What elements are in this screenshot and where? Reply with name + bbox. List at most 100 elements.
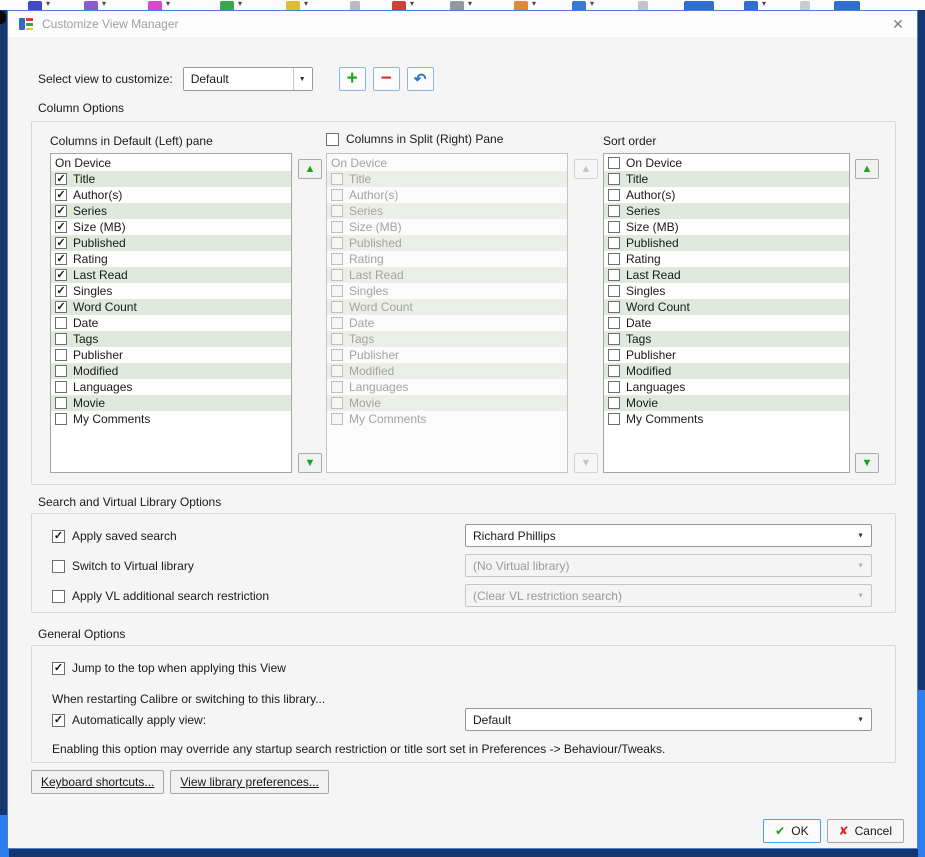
undo-button[interactable]: ↶ [406,67,434,91]
list-item[interactable]: ✓ Last Read [51,267,291,283]
item-checkbox[interactable] [608,205,620,217]
list-item: Date [327,315,567,331]
item-checkbox[interactable] [55,413,67,425]
option-checkbox[interactable] [52,559,65,573]
item-checkbox[interactable] [608,173,620,185]
item-checkbox[interactable]: ✓ [55,253,67,265]
sort-down-button[interactable]: ▼ [855,453,879,473]
list-item[interactable]: Publisher [604,347,849,363]
item-checkbox[interactable] [608,269,620,281]
list-item[interactable]: On Device [51,155,291,171]
item-checkbox[interactable]: ✓ [55,269,67,281]
list-item[interactable]: ✓ Size (MB) [51,219,291,235]
item-checkbox[interactable] [55,317,67,329]
list-item[interactable]: On Device [604,155,849,171]
item-checkbox[interactable]: ✓ [55,285,67,297]
option-checkbox[interactable]: ✓ [52,529,65,543]
list-item[interactable]: ✓ Word Count [51,299,291,315]
item-checkbox[interactable] [608,397,620,409]
list-item-label: Published [626,236,679,250]
list-item[interactable]: Published [604,235,849,251]
item-checkbox[interactable] [608,221,620,233]
option-checkbox[interactable] [52,589,65,603]
auto-apply-view-dropdown[interactable]: Default ▼ [465,708,872,731]
list-item[interactable]: Last Read [604,267,849,283]
close-icon[interactable]: ✕ [889,15,907,33]
item-checkbox[interactable] [608,333,620,345]
list-item[interactable]: Rating [604,251,849,267]
list-item[interactable]: Singles [604,283,849,299]
list-item[interactable]: Languages [51,379,291,395]
view-library-preferences-button[interactable]: View library preferences... [170,770,329,794]
list-item[interactable]: My Comments [604,411,849,427]
list-item[interactable]: Tags [604,331,849,347]
add-view-button[interactable]: + [338,67,366,91]
item-checkbox[interactable] [608,413,620,425]
move-down-button[interactable]: ▼ [298,453,322,473]
list-item-label: Rating [626,252,661,266]
item-checkbox[interactable] [608,381,620,393]
list-item[interactable]: Word Count [604,299,849,315]
toolbar-icon [834,1,860,10]
item-checkbox[interactable] [608,349,620,361]
customize-view-manager-dialog: Customize View Manager ✕ Select view to … [7,10,918,849]
item-checkbox[interactable]: ✓ [55,173,67,185]
list-item[interactable]: Modified [604,363,849,379]
list-item[interactable]: ✓ Rating [51,251,291,267]
list-item[interactable]: Size (MB) [604,219,849,235]
ok-button[interactable]: ✔ OK [763,819,821,843]
list-item[interactable]: Title [604,171,849,187]
list-item[interactable]: ✓ Series [51,203,291,219]
chevron-down-icon: ▼ [857,592,864,599]
split-pane-checkbox[interactable] [326,132,339,146]
remove-view-button[interactable]: − [372,67,400,91]
list-item[interactable]: My Comments [51,411,291,427]
list-item[interactable]: ✓ Author(s) [51,187,291,203]
list-item[interactable]: Publisher [51,347,291,363]
chevron-down-icon: ▼ [857,532,864,539]
list-item[interactable]: Date [51,315,291,331]
item-checkbox[interactable]: ✓ [55,205,67,217]
item-checkbox[interactable] [608,253,620,265]
list-item-label: Modified [73,364,119,378]
auto-apply-checkbox[interactable]: ✓ [52,713,65,727]
item-checkbox[interactable] [608,285,620,297]
item-checkbox[interactable] [608,157,620,169]
list-item[interactable]: Modified [51,363,291,379]
list-item[interactable]: Series [604,203,849,219]
item-checkbox[interactable] [55,333,67,345]
keyboard-shortcuts-button[interactable]: Keyboard shortcuts... [31,770,165,794]
jump-top-checkbox[interactable]: ✓ [52,661,65,675]
list-item[interactable]: Date [604,315,849,331]
item-checkbox[interactable] [608,189,620,201]
item-checkbox[interactable] [55,349,67,361]
option-dropdown[interactable]: Richard Phillips ▼ [465,524,872,547]
item-checkbox[interactable] [55,365,67,377]
sort-up-button[interactable]: ▲ [855,159,879,179]
item-checkbox[interactable] [55,397,67,409]
list-item[interactable]: ✓ Title [51,171,291,187]
list-item[interactable]: Author(s) [604,187,849,203]
sort-order-list[interactable]: On Device Title Author(s) Series Size (MB) Pu… [603,153,850,473]
item-checkbox[interactable]: ✓ [55,237,67,249]
item-checkbox[interactable] [608,237,620,249]
item-checkbox[interactable]: ✓ [55,189,67,201]
view-selector-dropdown[interactable]: Default ▼ [182,67,313,91]
item-checkbox[interactable] [608,301,620,313]
item-checkbox [331,221,343,233]
move-up-button[interactable]: ▲ [298,159,322,179]
item-checkbox[interactable] [608,365,620,377]
item-checkbox[interactable]: ✓ [55,301,67,313]
list-item[interactable]: ✓ Published [51,235,291,251]
columns-left-list[interactable]: On Device ✓ Title ✓ Author(s) ✓ Series ✓ Size (M… [50,153,292,473]
item-checkbox[interactable] [55,381,67,393]
toolbar-icon [638,1,648,10]
list-item[interactable]: Movie [51,395,291,411]
list-item[interactable]: Tags [51,331,291,347]
item-checkbox[interactable]: ✓ [55,221,67,233]
cancel-button[interactable]: ✘ Cancel [826,819,904,843]
list-item[interactable]: ✓ Singles [51,283,291,299]
item-checkbox[interactable] [608,317,620,329]
list-item[interactable]: Languages [604,379,849,395]
list-item[interactable]: Movie [604,395,849,411]
